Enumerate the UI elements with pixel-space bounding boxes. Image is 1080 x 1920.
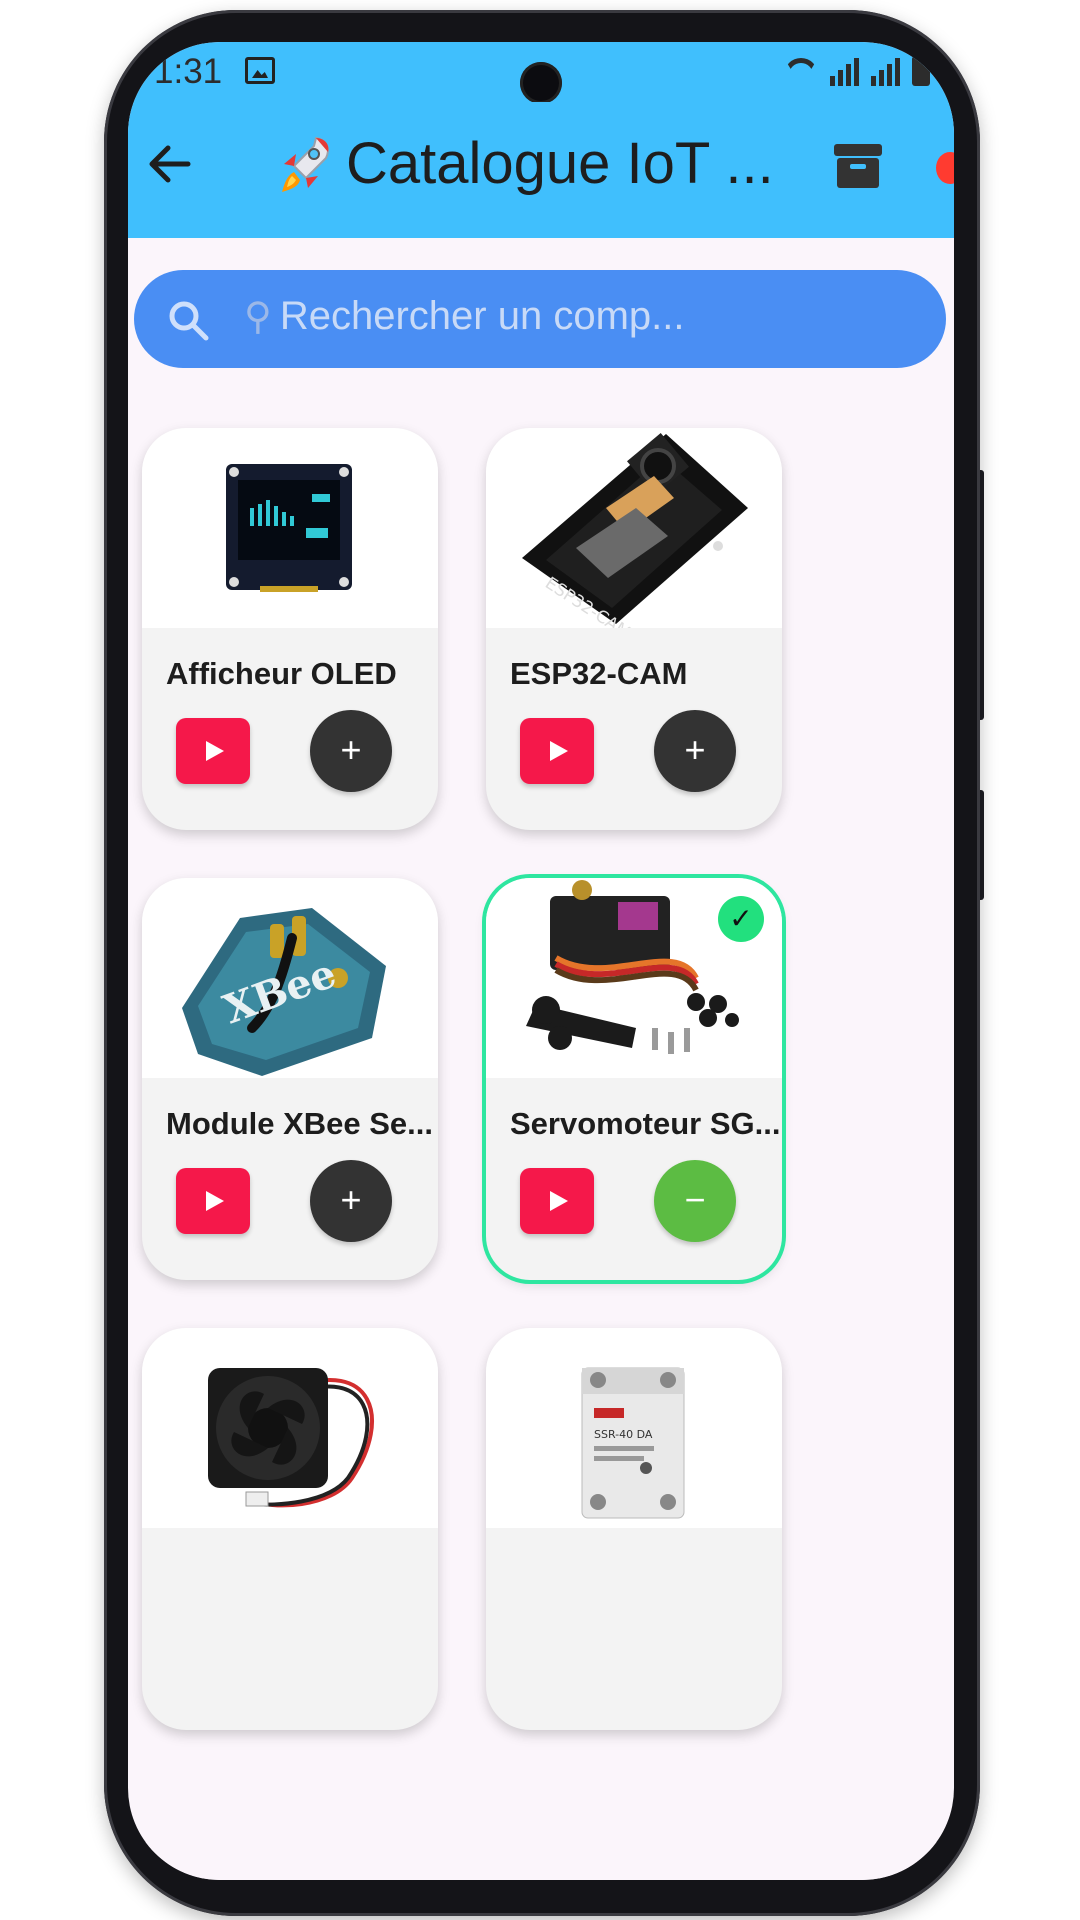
front-camera (520, 62, 562, 104)
arrow-left-icon (149, 145, 191, 183)
search-placeholder: ⚲ Rechercher un comp... (244, 294, 684, 339)
archive-icon (834, 144, 882, 188)
remove-from-cart-button[interactable]: − (654, 1160, 736, 1242)
status-icons (784, 56, 930, 86)
video-button[interactable] (176, 1168, 250, 1234)
archive-button[interactable] (828, 136, 888, 196)
add-to-cart-button[interactable]: + (654, 710, 736, 792)
product-name: Servomoteur SG... (510, 1106, 781, 1141)
magnifier-emoji-icon: ⚲ (244, 296, 272, 338)
product-card[interactable]: SSR-40 DA (486, 1328, 782, 1730)
page-title: Catalogue IoT ... (346, 131, 774, 196)
back-button[interactable] (138, 132, 202, 196)
product-image-relay: SSR-40 DA (486, 1328, 782, 1528)
add-to-cart-button[interactable]: + (310, 710, 392, 792)
search-icon (169, 301, 209, 341)
app-screen: 1:31 Catalogue IoT ... ⚲ Rechercher un c… (128, 42, 954, 1880)
notification-dot (936, 152, 954, 184)
product-image-fan (142, 1328, 438, 1528)
relay-board-label: SSR-40 DA (594, 1428, 653, 1441)
status-time: 1:31 (154, 52, 223, 91)
rocket-icon (282, 136, 329, 192)
wifi-icon (784, 58, 818, 86)
product-card-selected[interactable]: ✓ Servomoteur SG... − (486, 878, 782, 1280)
screen-bottom-edge (128, 1842, 954, 1880)
selected-check-icon: ✓ (718, 896, 764, 942)
product-name: Module XBee Se... (166, 1106, 434, 1141)
product-card[interactable]: XBee Module XBee Se... + (142, 878, 438, 1280)
search-placeholder-text: Rechercher un comp... (279, 294, 685, 338)
search-input[interactable]: ⚲ Rechercher un comp... (134, 270, 946, 368)
video-button[interactable] (176, 718, 250, 784)
photo-notification-icon (245, 57, 275, 84)
product-image-xbee: XBee (142, 878, 438, 1078)
video-button[interactable] (520, 1168, 594, 1234)
signal-icon (830, 58, 859, 86)
product-image-esp32-cam: ESP32-CAM (486, 428, 782, 628)
product-card[interactable]: Afficheur OLED + (142, 428, 438, 830)
video-button[interactable] (520, 718, 594, 784)
product-card[interactable]: ESP32-CAM ESP32-CAM + (486, 428, 782, 830)
product-card[interactable] (142, 1328, 438, 1730)
add-to-cart-button[interactable]: + (310, 1160, 392, 1242)
product-image-oled (142, 428, 438, 628)
title-group: Catalogue IoT ... (276, 130, 774, 197)
product-name: ESP32-CAM (510, 656, 688, 691)
battery-icon (912, 56, 930, 86)
signal-icon (871, 58, 900, 86)
app-bar: Catalogue IoT ... (128, 102, 954, 238)
product-name: Afficheur OLED (166, 656, 397, 691)
status-bar: 1:31 (128, 42, 954, 104)
